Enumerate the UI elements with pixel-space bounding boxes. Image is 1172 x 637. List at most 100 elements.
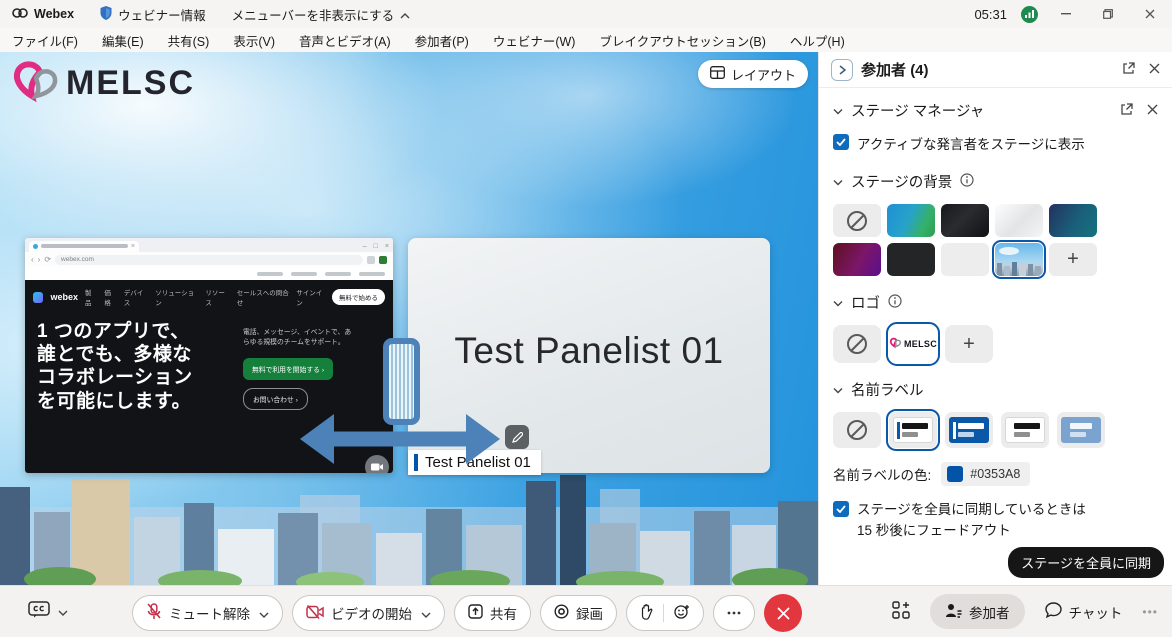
logo-none-swatch[interactable] [833,325,881,363]
sync-fadeout-checkbox-row[interactable]: ステージを全員に同期しているときは 15 秒後にフェードアウト [819,486,1172,544]
browser-url-bar: ‹›⟳ webex.com [25,252,393,267]
active-speaker-checkbox-row[interactable]: アクティブな発言者をステージに表示 [819,125,1172,155]
participants-toggle-button[interactable]: 参加者 [930,594,1025,629]
layout-button-label: レイアウト [731,65,796,84]
none-icon [847,334,867,354]
color-value: #0353A8 [970,467,1020,481]
webex-logo-icon [12,6,28,23]
audio-options-chevron-icon[interactable] [259,606,269,621]
background-whitewave-swatch[interactable] [995,204,1043,237]
name-label-none-swatch[interactable] [833,412,881,448]
close-stage-manager-icon[interactable] [1147,103,1158,118]
background-info-icon[interactable] [960,173,974,190]
name-label-chevron-icon[interactable] [833,382,843,397]
menubar: ファイル(F) 編集(E) 共有(S) 表示(V) 音声とビデオ(A) 参加者(… [0,28,1172,52]
close-window-button[interactable] [1136,4,1164,24]
name-label-color-chip[interactable]: #0353A8 [941,462,1030,486]
stage-manager-chevron-icon[interactable] [833,103,843,118]
site-hero-description: 電話、メッセージ、イベントで、あ らゆる規模のチームをサポート。 [243,328,385,348]
site-secondary-nav [25,267,393,280]
reactions-divider [663,604,664,622]
panelist-display-name: Test Panelist 01 [408,330,770,372]
control-toolbar: ミュート解除 ビデオの開始 共有 録画 [0,585,1172,637]
name-label-style4-swatch[interactable] [1057,412,1105,448]
background-add-swatch[interactable]: + [1049,243,1097,276]
background-chevron-icon[interactable] [833,174,843,189]
webinar-info-label: ウェビナー情報 [118,5,206,24]
melsc-heart-icon-small [889,337,902,352]
captions-dropdown-icon[interactable] [58,604,68,619]
record-button[interactable]: 録画 [540,595,617,631]
active-speaker-checkbox[interactable] [833,134,849,150]
webex-site-brand: webex [50,292,78,302]
background-lightgray-swatch[interactable] [941,243,989,276]
maximize-button[interactable] [1094,4,1122,24]
edit-name-label-button[interactable] [505,425,529,449]
chevron-up-icon [400,7,410,22]
menu-audio-video[interactable]: 音声とビデオ(A) [299,31,391,50]
more-options-button[interactable] [713,595,755,631]
background-teal-swatch[interactable] [1049,204,1097,237]
layout-button[interactable]: レイアウト [698,60,808,88]
apps-icon[interactable] [892,601,910,622]
reactions-group [626,595,704,631]
name-label-section-title: 名前ラベル [851,379,924,400]
raise-hand-icon[interactable] [640,604,653,623]
logo-info-icon[interactable] [888,294,902,311]
menu-webinar[interactable]: ウェビナー(W) [493,31,576,50]
menu-breakout[interactable]: ブレイクアウトセッション(B) [599,31,765,50]
menu-participants[interactable]: 参加者(P) [415,31,469,50]
webex-site-logo-icon [33,292,43,303]
sync-fadeout-label: ステージを全員に同期しているときは 15 秒後にフェードアウト [857,500,1086,542]
reactions-smiley-icon[interactable] [674,604,690,623]
sync-fadeout-checkbox[interactable] [833,501,849,517]
menu-help[interactable]: ヘルプ(H) [790,31,845,50]
background-city-swatch-selected[interactable] [995,243,1043,276]
participants-icon [945,603,962,621]
participants-toggle-label: 参加者 [969,602,1010,622]
connection-quality-icon[interactable] [1021,6,1038,23]
start-video-button[interactable]: ビデオの開始 [292,595,445,631]
background-none-swatch[interactable] [833,204,881,237]
unmute-button[interactable]: ミュート解除 [132,595,283,631]
sync-stage-button[interactable]: ステージを全員に同期 [1008,547,1164,578]
mic-muted-icon [146,603,162,623]
menu-view[interactable]: 表示(V) [233,31,275,50]
minimize-button[interactable] [1052,4,1080,24]
camera-off-icon [306,605,324,622]
background-magenta-swatch[interactable] [833,243,881,276]
meeting-timer: 05:31 [974,7,1007,22]
logo-melsc-swatch-selected[interactable]: MELSC [889,325,937,363]
unmute-label: ミュート解除 [169,603,250,623]
close-panel-icon[interactable] [1149,62,1160,77]
menu-file[interactable]: ファイル(F) [12,31,78,50]
name-label-style3-swatch[interactable] [1001,412,1049,448]
webinar-info-button[interactable]: ウェビナー情報 [100,5,206,24]
menu-edit[interactable]: 編集(E) [102,31,144,50]
none-icon [847,420,867,440]
leave-meeting-button[interactable] [764,594,802,632]
collapse-panel-button[interactable] [831,59,853,81]
closed-captions-icon[interactable] [28,601,50,621]
background-bluegreen-swatch[interactable] [887,204,935,237]
logo-chevron-icon[interactable] [833,295,843,310]
chat-button[interactable]: チャット [1045,602,1123,622]
background-blackwave-swatch[interactable] [941,204,989,237]
logo-add-swatch[interactable]: + [945,325,993,363]
share-button[interactable]: 共有 [454,595,531,631]
video-options-chevron-icon[interactable] [421,606,431,621]
record-icon [554,604,569,622]
popout-panel-icon[interactable] [1122,62,1135,78]
toolbar-overflow-dots[interactable]: ••• [1142,605,1158,619]
hide-menubar-button[interactable]: メニューバーを非表示にする [232,5,411,24]
name-label-style1-swatch-selected[interactable] [889,412,937,448]
popout-stage-manager-icon[interactable] [1120,103,1133,119]
stage-brand-logo: MELSC [10,58,195,109]
background-black-swatch[interactable] [887,243,935,276]
site-trial-button: 無料で始める [332,289,385,305]
chat-bubble-icon [1045,602,1062,621]
site-contact-sales: セールスへの問合せ [237,287,291,307]
menu-share[interactable]: 共有(S) [168,31,210,50]
site-primary-cta: 無料で利用を開始する › [243,358,333,380]
name-label-style2-swatch[interactable] [945,412,993,448]
